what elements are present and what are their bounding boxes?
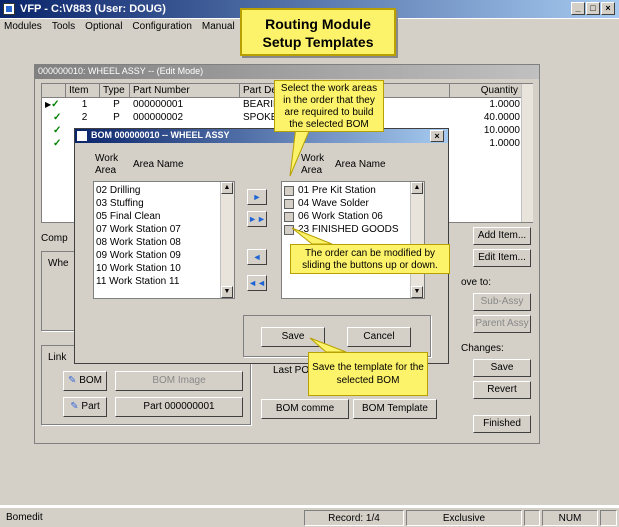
status-app: Bomedit bbox=[6, 512, 43, 523]
status-bar: Bomedit Record: 1/4 Exclusive NUM bbox=[0, 507, 619, 527]
callout-pointer bbox=[291, 227, 333, 245]
callout-order: The order can be modified by sliding the… bbox=[290, 244, 450, 274]
status-record: Record: 1/4 bbox=[304, 510, 404, 526]
callout-pointer bbox=[309, 337, 347, 353]
callout-title: Routing Module Setup Templates bbox=[240, 8, 396, 56]
callout-select: Select the work areas in the order that … bbox=[274, 80, 384, 132]
status-empty bbox=[524, 510, 540, 526]
resize-grip-icon[interactable] bbox=[600, 510, 617, 526]
callout-save: Save the template for the selected BOM bbox=[308, 352, 428, 396]
status-num: NUM bbox=[542, 510, 598, 526]
status-mode: Exclusive bbox=[406, 510, 522, 526]
